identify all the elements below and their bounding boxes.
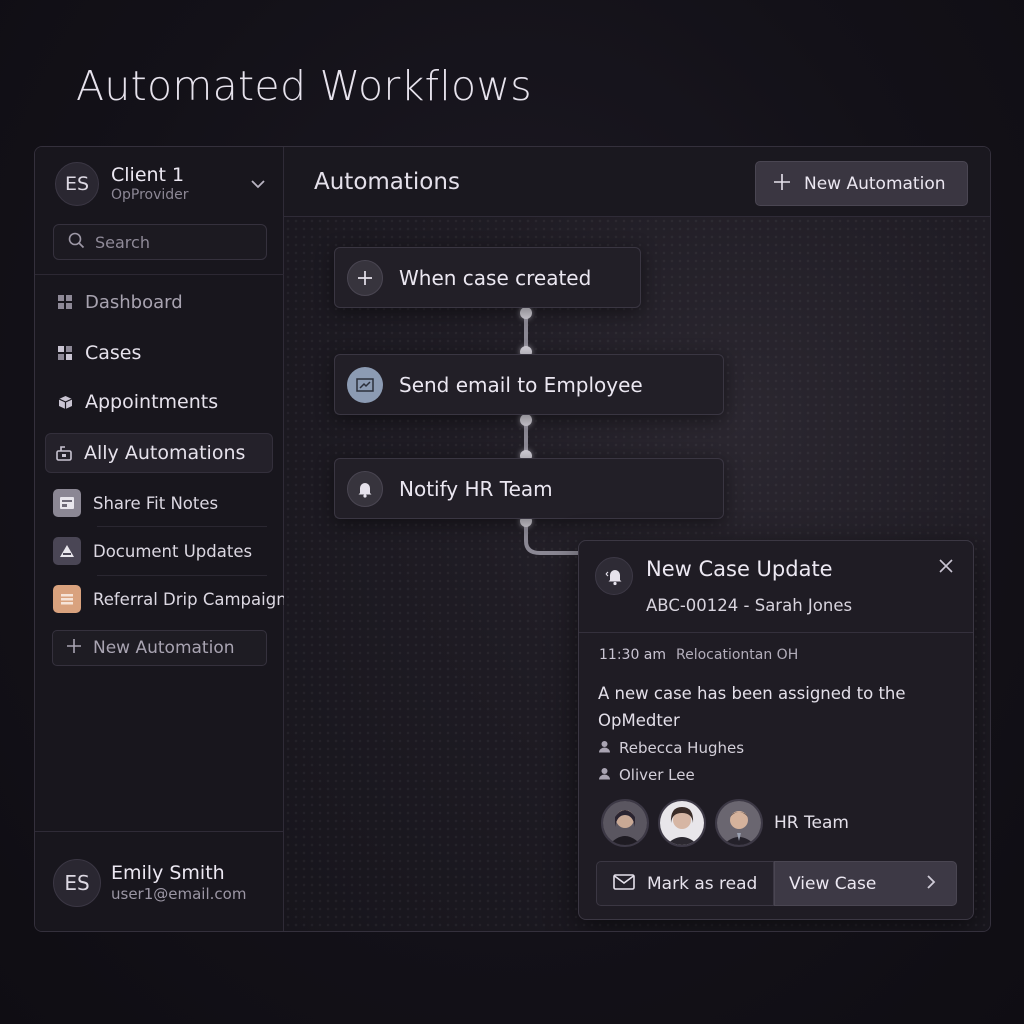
notification-location: Relocationtan OH [676,647,799,663]
workflow-node-label: When case created [399,265,592,290]
avatar [601,799,649,847]
notification-header: New Case Update ABC-00124 - Sarah Jones [579,541,973,633]
client-switcher[interactable]: ES Client 1 OpProvider [55,161,267,207]
client-avatar: ES [55,162,99,206]
automation-item-label: Document Updates [93,541,253,561]
assignee-name: Rebecca Hughes [619,739,745,757]
avatar [658,799,706,847]
sidebar-item-dashboard[interactable]: Dashboard [47,282,273,322]
plus-icon [65,637,83,659]
main-panel: Automations New Automation When case cre… [284,147,990,931]
automation-item-share-fit-notes[interactable]: Share Fit Notes [53,481,267,525]
team-avatars: HR Team [601,799,849,847]
plus-icon [347,259,383,296]
chevron-down-icon[interactable] [249,175,267,193]
person-icon [598,739,611,757]
envelope-icon [613,873,635,894]
sidebar-new-automation-button[interactable]: New Automation [52,630,267,666]
warning-icon [53,537,81,565]
workflow-node-label: Send email to Employee [399,372,643,397]
bell-icon [595,557,633,595]
search-icon [68,232,85,253]
grid-icon [57,345,73,361]
button-label: New Automation [804,173,946,194]
notification-meta: 11:30 am Relocationtan OH [599,647,798,663]
user-name: Emily Smith [111,861,225,884]
divider [97,526,267,527]
automation-item-label: Referral Drip Campaign [93,589,287,609]
divider [97,575,267,576]
search-input[interactable]: Search [53,224,267,260]
note-icon [53,489,81,517]
assignee-row: Oliver Lee [598,766,695,784]
avatar [715,799,763,847]
main-header: Automations New Automation [284,147,990,217]
client-name: Client 1 [111,164,185,186]
mark-as-read-button[interactable]: Mark as read [596,861,774,906]
page-title: Automated Workflows [76,62,532,110]
team-label: HR Team [774,813,849,833]
sidebar-item-label: Cases [85,342,142,364]
new-automation-button[interactable]: New Automation [755,161,968,206]
workflow-node-label: Notify HR Team [399,476,553,501]
connector-dot [520,307,532,319]
notification-case-ref: ABC-00124 - Sarah Jones [646,596,853,615]
chevron-right-icon [927,874,936,893]
view-case-button[interactable]: View Case [774,861,957,906]
button-label: Mark as read [647,873,758,894]
sidebar-item-label: Ally Automations [84,442,246,464]
search-placeholder: Search [95,232,150,252]
workflow-node-send-email[interactable]: Send email to Employee [334,354,724,415]
sidebar-divider [35,274,284,275]
sidebar-item-ally-automations[interactable]: Ally Automations [45,433,273,473]
sidebar-item-cases[interactable]: Cases [47,333,273,373]
notification-title: New Case Update [646,557,833,581]
close-icon[interactable] [937,559,955,577]
user-profile[interactable]: ES Emily Smith user1@email.com [35,831,284,931]
notification-time: 11:30 am [599,647,667,663]
notification-card: New Case Update ABC-00124 - Sarah Jones … [578,540,974,920]
assignee-row: Rebecca Hughes [598,739,744,757]
main-title: Automations [314,169,460,195]
sidebar: ES Client 1 OpProvider Search Dashboard [35,147,287,931]
button-label: New Automation [93,638,235,658]
sidebar-item-appointments[interactable]: Appointments [47,382,273,422]
automation-item-referral-drip-campaign[interactable]: Referral Drip Campaign [53,577,287,621]
sidebar-item-label: Dashboard [85,291,183,313]
stack-icon [53,585,81,613]
sidebar-item-label: Appointments [85,391,219,413]
email-icon [347,366,383,403]
automation-item-label: Share Fit Notes [93,493,219,513]
automation-icon [56,445,72,461]
workflow-node-notify-hr[interactable]: Notify HR Team [334,458,724,519]
client-subtitle: OpProvider [111,187,189,203]
user-avatar: ES [53,858,101,907]
user-email: user1@email.com [111,884,247,903]
app-window: ES Client 1 OpProvider Search Dashboard [34,146,991,932]
cube-icon [57,394,73,410]
button-label: View Case [789,873,877,894]
grid-icon [57,294,73,310]
connector-dot [520,414,532,426]
person-icon [598,766,611,784]
plus-icon [772,172,792,196]
bell-icon [347,470,383,507]
automation-item-document-updates[interactable]: Document Updates [53,529,267,573]
assignee-name: Oliver Lee [619,766,695,784]
notification-message: A new case has been assigned to the OpMe… [598,684,906,730]
workflow-node-trigger[interactable]: When case created [334,247,641,308]
